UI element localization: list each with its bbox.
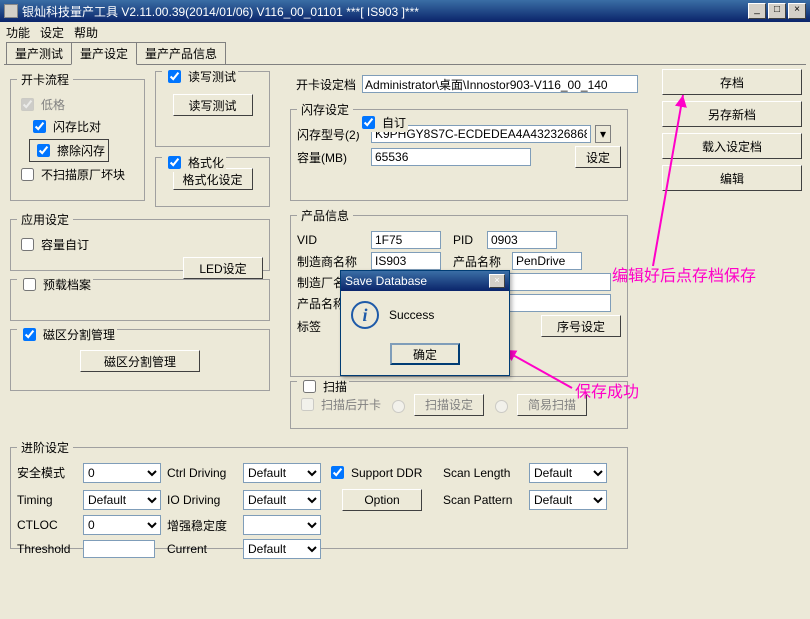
label-vid: VID <box>297 233 367 247</box>
dialog-close-icon[interactable]: × <box>489 274 505 288</box>
label-ctrl-drv: Ctrl Driving <box>167 466 237 480</box>
window-title: 银灿科技量产工具 V2.11.00.39(2014/01/06) V116_00… <box>22 3 419 20</box>
label-timing: Timing <box>17 493 77 507</box>
btn-saveas[interactable]: 另存新档 <box>662 101 802 127</box>
cb-support-ddr[interactable]: Support DDR <box>327 463 437 482</box>
cb-rw-test[interactable]: 读写测试 <box>162 67 238 86</box>
label-pid: PID <box>453 233 483 247</box>
select-scan-pat[interactable]: Default <box>529 490 607 510</box>
select-enh-stab[interactable] <box>243 515 321 535</box>
tab-config[interactable]: 量产设定 <box>71 42 137 65</box>
flash-model-dropdown-icon[interactable]: ▾ <box>595 125 611 143</box>
group-app-title: 应用设定 <box>17 211 73 228</box>
btn-simple-scan: 简易扫描 <box>517 394 587 416</box>
btn-scan-set: 扫描设定 <box>414 394 484 416</box>
label-current: Current <box>167 542 237 556</box>
select-timing[interactable]: Default <box>83 490 161 510</box>
label-enh-stab: 增强稳定度 <box>167 517 237 534</box>
group-format: 格式化 格式化设定 <box>155 157 270 207</box>
radio-scan-2 <box>495 400 508 413</box>
minimize-button[interactable]: _ <box>748 3 766 19</box>
select-io-drv[interactable]: Default <box>243 490 321 510</box>
group-app-settings: 应用设定 容量自订 LED设定 <box>10 211 270 271</box>
group-flash: 闪存设定 自订 闪存型号(2) ▾ 容量(MB) 设定 <box>290 101 628 201</box>
dialog-save-database: Save Database × i Success 确定 <box>340 270 510 376</box>
menu-fn[interactable]: 功能 <box>6 24 30 40</box>
cb-no-scan-bad[interactable]: 不扫描原厂坏块 <box>17 165 138 184</box>
group-partition: 磁区分割管理 磁区分割管理 <box>10 329 270 391</box>
btn-set-flash[interactable]: 设定 <box>575 146 621 168</box>
tab-bar: 量产测试 量产设定 量产产品信息 <box>0 42 810 64</box>
select-current[interactable]: Default <box>243 539 321 559</box>
group-card-flow: 开卡流程 低格 闪存比对 擦除闪存 不扫描原厂坏块 <box>10 71 145 201</box>
label-scan-len: Scan Length <box>443 466 523 480</box>
label-io-drv: IO Driving <box>167 493 237 507</box>
btn-edit[interactable]: 编辑 <box>662 165 802 191</box>
dialog-message: Success <box>389 308 434 322</box>
input-vendor-name[interactable] <box>371 252 441 270</box>
app-icon <box>4 4 18 18</box>
maximize-button[interactable]: □ <box>768 3 786 19</box>
input-opencard-path[interactable] <box>362 75 638 93</box>
tab-test[interactable]: 量产测试 <box>6 42 72 64</box>
cb-scan-after: 扫描后开卡 <box>297 395 381 414</box>
select-ctrl-drv[interactable]: Default <box>243 463 321 483</box>
input-pid[interactable] <box>487 231 557 249</box>
input-vid[interactable] <box>371 231 441 249</box>
label-vendor-name: 制造商名称 <box>297 253 367 270</box>
btn-option[interactable]: Option <box>342 489 422 511</box>
cb-clear-flash[interactable]: 擦除闪存 <box>29 139 109 162</box>
select-ctloc[interactable]: 0 <box>83 515 161 535</box>
cb-flash-compare[interactable]: 闪存比对 <box>29 117 138 136</box>
info-icon: i <box>351 301 379 329</box>
cb-lowlevel: 低格 <box>17 95 138 114</box>
radio-scan-1 <box>392 400 405 413</box>
label-threshold: Threshold <box>17 542 77 556</box>
group-card-flow-title: 开卡流程 <box>17 71 73 88</box>
title-bar: 银灿科技量产工具 V2.11.00.39(2014/01/06) V116_00… <box>0 0 810 22</box>
group-product-title: 产品信息 <box>297 207 353 224</box>
label-capacity: 容量(MB) <box>297 149 367 166</box>
tab-product-info-tab[interactable]: 量产产品信息 <box>136 42 226 64</box>
group-adv-title: 进阶设定 <box>17 439 73 456</box>
group-rw-test: 读写测试 读写测试 <box>155 71 270 147</box>
label-product-name: 产品名称 <box>453 253 508 270</box>
dialog-ok-button[interactable]: 确定 <box>390 343 460 365</box>
cb-partition[interactable]: 磁区分割管理 <box>17 325 117 344</box>
input-threshold[interactable] <box>83 540 155 558</box>
menu-bar: 功能 设定 帮助 <box>0 22 810 42</box>
input-product-name[interactable] <box>512 252 582 270</box>
label-safe-mode: 安全模式 <box>17 464 77 481</box>
annotation-1: 编辑好后点存档保存 <box>612 262 756 286</box>
label-ctloc: CTLOC <box>17 518 77 532</box>
menu-help[interactable]: 帮助 <box>74 24 98 40</box>
input-capacity[interactable] <box>371 148 531 166</box>
side-buttons: 存档 另存新档 载入设定档 编辑 <box>662 69 802 191</box>
select-scan-len[interactable]: Default <box>529 463 607 483</box>
group-advanced: 进阶设定 安全模式 0 Ctrl Driving Default Support… <box>10 439 628 549</box>
cb-preload[interactable]: 预载档案 <box>17 275 93 294</box>
dialog-title: Save Database <box>345 274 427 288</box>
cb-format[interactable]: 格式化 <box>162 153 226 172</box>
label-opencard: 开卡设定档 <box>296 76 356 93</box>
btn-save[interactable]: 存档 <box>662 69 802 95</box>
group-scan: 扫描 扫描后开卡 扫描设定 简易扫描 <box>290 381 628 429</box>
group-flash-title: 闪存设定 <box>297 101 353 118</box>
select-safe-mode[interactable]: 0 <box>83 463 161 483</box>
cb-custom[interactable]: 自订 <box>356 113 408 132</box>
btn-partition[interactable]: 磁区分割管理 <box>80 350 200 372</box>
menu-set[interactable]: 设定 <box>40 24 64 40</box>
cb-cap-custom[interactable]: 容量自订 <box>17 235 89 254</box>
btn-rw-test[interactable]: 读写测试 <box>173 94 253 116</box>
cb-scan[interactable]: 扫描 <box>297 377 349 396</box>
btn-load[interactable]: 载入设定档 <box>662 133 802 159</box>
group-preload: 预载档案 <box>10 279 270 321</box>
btn-serial[interactable]: 序号设定 <box>541 315 621 337</box>
btn-led-settings[interactable]: LED设定 <box>183 257 263 279</box>
label-scan-pat: Scan Pattern <box>443 493 523 507</box>
close-button[interactable]: × <box>788 3 806 19</box>
